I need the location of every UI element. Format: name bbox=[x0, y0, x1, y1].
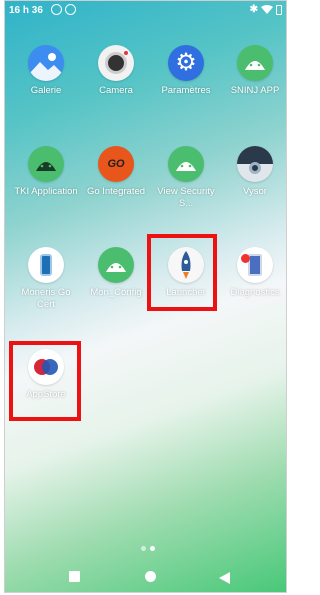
wifi-icon bbox=[261, 4, 273, 14]
page-indicator bbox=[141, 546, 155, 551]
app-label: Diagnostics bbox=[230, 287, 280, 298]
app-label: Camera bbox=[99, 85, 133, 96]
app-moneris-go-cert[interactable]: Moneris Go Cert bbox=[14, 247, 78, 311]
app-mon-config[interactable]: Mon_Config bbox=[84, 247, 148, 299]
highlight-box-launcher bbox=[147, 234, 217, 311]
app-parametres[interactable]: ⚙ Paramètres bbox=[154, 45, 218, 97]
phone-screen: 16 h 36 ✱ Galerie Camera ⚙ Paramètres SN… bbox=[4, 0, 287, 593]
android-icon bbox=[168, 146, 204, 182]
app-galerie[interactable]: Galerie bbox=[14, 45, 78, 97]
app-label: Moneris Go Cert bbox=[21, 287, 71, 310]
diagnostics-icon bbox=[237, 247, 273, 283]
android-icon bbox=[237, 45, 273, 81]
battery-icon bbox=[276, 4, 282, 15]
status-right-icons: ✱ bbox=[250, 4, 282, 15]
gallery-icon bbox=[28, 45, 64, 81]
app-label: Mon_Config bbox=[90, 287, 142, 298]
app-label: Paramètres bbox=[161, 85, 211, 96]
vysor-eye-icon bbox=[237, 146, 273, 182]
app-label: Galerie bbox=[30, 85, 62, 96]
app-view-security[interactable]: View Security S... bbox=[154, 146, 218, 210]
app-sninj[interactable]: SNINJ APP bbox=[223, 45, 286, 97]
home-circle-icon[interactable] bbox=[145, 571, 156, 582]
sync-icon bbox=[65, 4, 76, 15]
app-label: TKI Application bbox=[14, 186, 78, 197]
page-dot bbox=[141, 546, 146, 551]
bluetooth-icon: ✱ bbox=[249, 4, 258, 15]
shield-check-icon bbox=[51, 4, 62, 15]
app-label: SNINJ APP bbox=[230, 85, 280, 96]
app-diagnostics[interactable]: Diagnostics bbox=[223, 247, 286, 299]
status-bar: 16 h 36 ✱ bbox=[5, 1, 286, 23]
android-icon bbox=[28, 146, 64, 182]
camera-icon bbox=[98, 45, 134, 81]
app-vysor[interactable]: Vysor bbox=[223, 146, 286, 198]
app-label: View Security S... bbox=[157, 186, 215, 209]
recents-square-icon[interactable] bbox=[69, 571, 80, 582]
app-tki-application[interactable]: TKI Application bbox=[14, 146, 78, 198]
app-label: Vysor bbox=[243, 186, 267, 197]
android-icon bbox=[98, 247, 134, 283]
back-triangle-icon[interactable] bbox=[219, 571, 231, 589]
payment-terminal-icon bbox=[28, 247, 64, 283]
gear-icon: ⚙ bbox=[168, 45, 204, 81]
app-label: Go Integrated bbox=[86, 186, 146, 197]
page-dot-current bbox=[150, 546, 155, 551]
app-go-integrated[interactable]: GO Go Integrated bbox=[84, 146, 148, 198]
app-camera[interactable]: Camera bbox=[84, 45, 148, 97]
highlight-box-appstore bbox=[9, 341, 81, 421]
go-integrated-icon: GO bbox=[98, 146, 134, 182]
status-time: 16 h 36 bbox=[9, 5, 43, 16]
